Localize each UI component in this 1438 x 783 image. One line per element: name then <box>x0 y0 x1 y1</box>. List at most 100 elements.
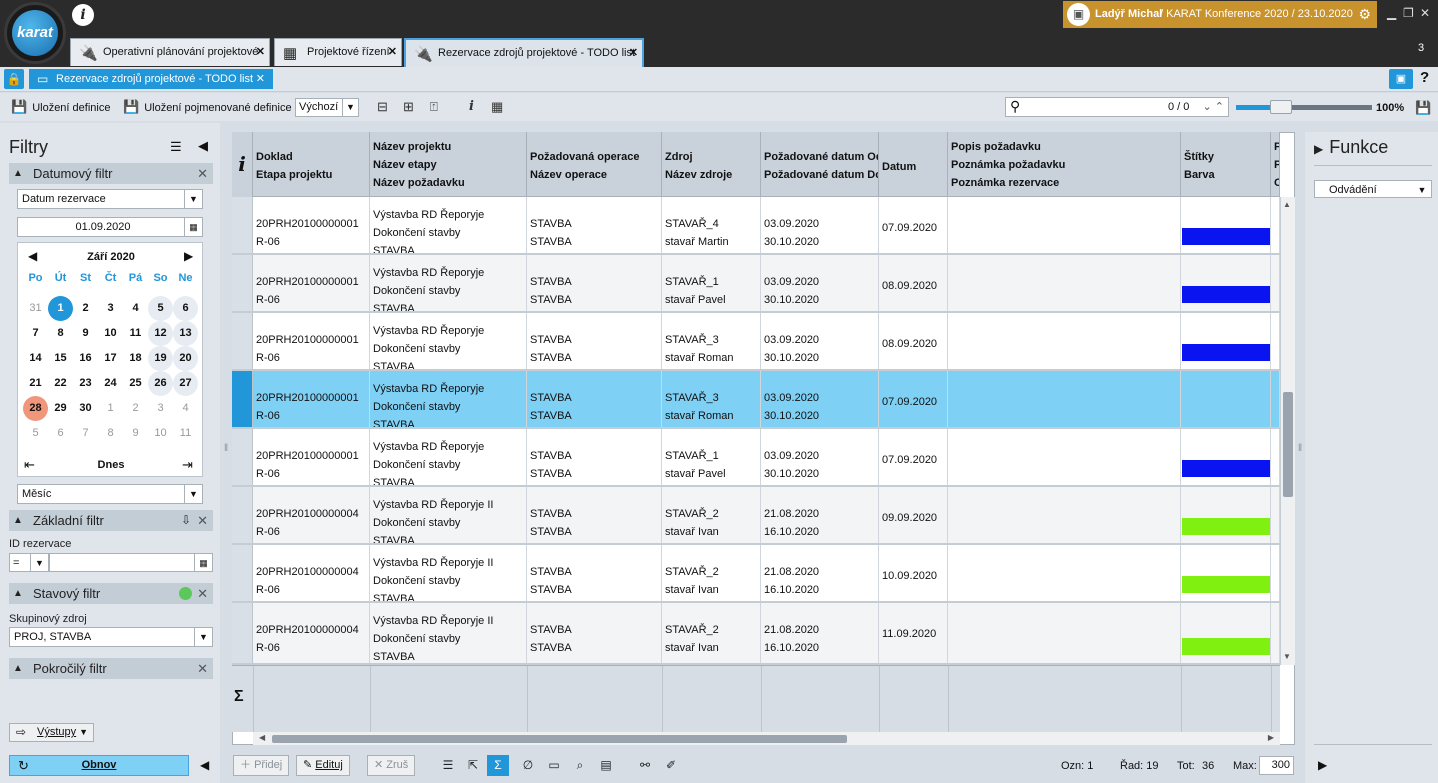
cell-stitky[interactable] <box>1181 197 1271 253</box>
cell-datum[interactable]: 11.09.2020 <box>879 603 948 663</box>
upload-icon[interactable]: ⍐ <box>430 99 438 115</box>
cell-projekt[interactable]: Výstavba RD Řeporyje Dokončení stavby STAV… <box>370 255 527 311</box>
cell-projekt[interactable]: Výstavba RD Řeporyje Dokončení stavby STAV… <box>370 197 527 253</box>
cell-extra[interactable] <box>1271 255 1280 311</box>
table-row[interactable]: 20PRH20100000004 R-06 Výstavba RD Řeporyje… <box>232 487 1280 545</box>
cell-datum-od[interactable]: 21.08.2020 16.10.2020 <box>761 545 879 601</box>
functions-title[interactable]: ▶ Funkce <box>1314 137 1388 158</box>
cell-datum[interactable]: 08.09.2020 <box>879 313 948 369</box>
date-input[interactable]: 01.09.2020 ▦ <box>17 217 203 237</box>
calendar-day[interactable]: 3 <box>98 296 123 321</box>
column-header-zdroj[interactable]: Zdroj Název zdroje <box>662 132 761 197</box>
column-header-stitky[interactable]: Štítky Barva <box>1181 132 1271 197</box>
calendar-day[interactable]: 18 <box>123 346 148 371</box>
cell-stitky[interactable] <box>1181 429 1271 485</box>
column-header-datum[interactable]: Datum <box>879 132 948 197</box>
calendar-day[interactable]: 6 <box>48 421 73 446</box>
calendar-day[interactable]: 31 <box>23 296 48 321</box>
cell-datum[interactable]: 07.09.2020 <box>879 371 948 427</box>
row-header[interactable] <box>232 313 253 369</box>
cell-datum[interactable]: 08.09.2020 <box>879 255 948 311</box>
cell-projekt[interactable]: Výstavba RD Řeporyje II Dokončení stavby S… <box>370 603 527 663</box>
calendar-day[interactable]: 24 <box>98 371 123 396</box>
cell-doklad[interactable]: 20PRH20100000001 R-06 <box>253 197 370 253</box>
add-button[interactable]: ＋ Přidej <box>233 755 290 776</box>
column-header-doklad[interactable]: Doklad Etapa projektu <box>253 132 370 197</box>
cell-datum-od[interactable]: 03.09.2020 30.10.2020 <box>761 255 879 311</box>
calendar-day[interactable]: 23 <box>73 371 98 396</box>
scroll-right-icon[interactable]: ▶ <box>1268 733 1274 742</box>
user-bar[interactable]: ▣ Ladýř Michal / KARAT Konference 2020 /… <box>1063 1 1377 28</box>
cell-zdroj[interactable]: STAVAŘ_2 stavař Ivan <box>662 603 761 663</box>
group-resource-select[interactable]: PROJ, STAVBA ▼ <box>9 627 213 647</box>
calendar-day[interactable]: 10 <box>98 321 123 346</box>
date-type-select[interactable]: Datum rezervace ▼ <box>17 189 203 209</box>
close-tab-icon[interactable]: ✕ <box>256 39 265 65</box>
calendar-day[interactable]: 7 <box>73 421 98 446</box>
cell-extra[interactable] <box>1271 487 1280 543</box>
calendar-day[interactable]: 20 <box>173 346 198 371</box>
layout-icon[interactable]: ▣ <box>1389 69 1413 89</box>
functions-select[interactable]: Odvádění ▼ <box>1314 180 1432 198</box>
cell-operace[interactable]: STAVBA STAVBA <box>527 429 662 485</box>
column-header-popis[interactable]: Popis požadavku Poznámka požadavku Poznámk… <box>948 132 1181 197</box>
table-row[interactable]: 20PRH20100000001 R-06 Výstavba RD Řeporyje… <box>232 371 1280 429</box>
menu-icon[interactable]: ☰ <box>170 139 182 155</box>
calculator-icon[interactable]: ▦ <box>194 554 212 571</box>
cell-projekt[interactable]: Výstavba RD Řeporyje II Dokončení stavby S… <box>370 545 527 601</box>
cell-extra[interactable] <box>1271 371 1280 427</box>
cell-stitky[interactable] <box>1181 603 1271 663</box>
calendar-day[interactable]: 22 <box>48 371 73 396</box>
cell-zdroj[interactable]: STAVAŘ_2 stavař Ivan <box>662 487 761 543</box>
save-definition-button[interactable]: 💾 Uložení definice <box>11 100 110 115</box>
cell-datum-od[interactable]: 21.08.2020 16.10.2020 <box>761 487 879 543</box>
calendar-day[interactable]: 9 <box>73 321 98 346</box>
calendar-icon[interactable]: ▭ <box>543 755 565 776</box>
search-input[interactable]: ⚲ 0 / 0 ⌄ ⌃ <box>1005 97 1229 117</box>
refresh-button[interactable]: ↻ Obnov <box>9 755 189 776</box>
edit-button[interactable]: ✎ Edituj <box>296 755 350 776</box>
save-named-definition-button[interactable]: 💾 Uložení pojmenované definice <box>123 100 292 115</box>
cell-operace[interactable]: STAVBA STAVBA <box>527 487 662 543</box>
calendar-day[interactable]: 11 <box>173 421 198 446</box>
info-icon[interactable]: i <box>232 132 253 197</box>
scroll-up-icon[interactable]: ▲ <box>1283 200 1291 209</box>
import-icon[interactable]: ⊞ <box>403 99 414 115</box>
cell-operace[interactable]: STAVBA STAVBA <box>527 371 662 427</box>
preview-icon[interactable]: ⌕ <box>569 755 591 776</box>
calendar-day[interactable]: 9 <box>123 421 148 446</box>
calendar-day[interactable]: 2 <box>123 396 148 421</box>
cell-datum[interactable]: 09.09.2020 <box>879 487 948 543</box>
comment-icon[interactable]: ▤ <box>595 755 617 776</box>
today-button[interactable]: Dnes <box>18 459 204 471</box>
calendar-day[interactable]: 8 <box>48 321 73 346</box>
cell-stitky[interactable] <box>1181 313 1271 369</box>
calendar-day[interactable]: 21 <box>23 371 48 396</box>
scroll-left-icon[interactable]: ◀ <box>259 733 265 742</box>
cell-stitky[interactable] <box>1181 487 1271 543</box>
restore-icon[interactable]: ❐ <box>1403 6 1414 20</box>
cell-projekt[interactable]: Výstavba RD Řeporyje Dokončení stavby STAV… <box>370 313 527 369</box>
cell-popis[interactable] <box>948 545 1181 601</box>
cell-extra[interactable] <box>1271 429 1280 485</box>
cell-operace[interactable]: STAVBA STAVBA <box>527 545 662 601</box>
table-row[interactable]: 20PRH20100000001 R-06 Výstavba RD Řeporyje… <box>232 429 1280 487</box>
state-filter-header[interactable]: ▲ Stavový filtr ✕ <box>9 583 213 604</box>
collapse-left-icon[interactable]: ◀ <box>198 138 208 154</box>
cell-doklad[interactable]: 20PRH20100000004 R-06 <box>253 545 370 601</box>
outputs-button[interactable]: ⇨ Výstupy ▼ <box>9 723 94 742</box>
close-icon[interactable]: ✕ <box>197 163 208 184</box>
cell-datum-od[interactable]: 03.09.2020 30.10.2020 <box>761 371 879 427</box>
calendar-day[interactable]: 12 <box>148 321 173 346</box>
cell-popis[interactable] <box>948 313 1181 369</box>
attachment-edit-icon[interactable]: ✐ <box>660 755 682 776</box>
id-operator-select[interactable]: = ▼ <box>9 553 49 572</box>
vertical-scroll-thumb[interactable] <box>1283 392 1293 497</box>
calendar-day[interactable]: 27 <box>173 371 198 396</box>
close-subtab-icon[interactable]: ✕ <box>256 69 265 89</box>
calendar-day[interactable]: 17 <box>98 346 123 371</box>
table-row[interactable]: 20PRH20100000001 R-06 Výstavba RD Řeporyje… <box>232 197 1280 255</box>
basic-filter-header[interactable]: ▲ Základní filtr ⇩ ✕ <box>9 510 213 531</box>
tab-count[interactable]: 3 <box>1418 42 1424 54</box>
cell-stitky[interactable] <box>1181 255 1271 311</box>
